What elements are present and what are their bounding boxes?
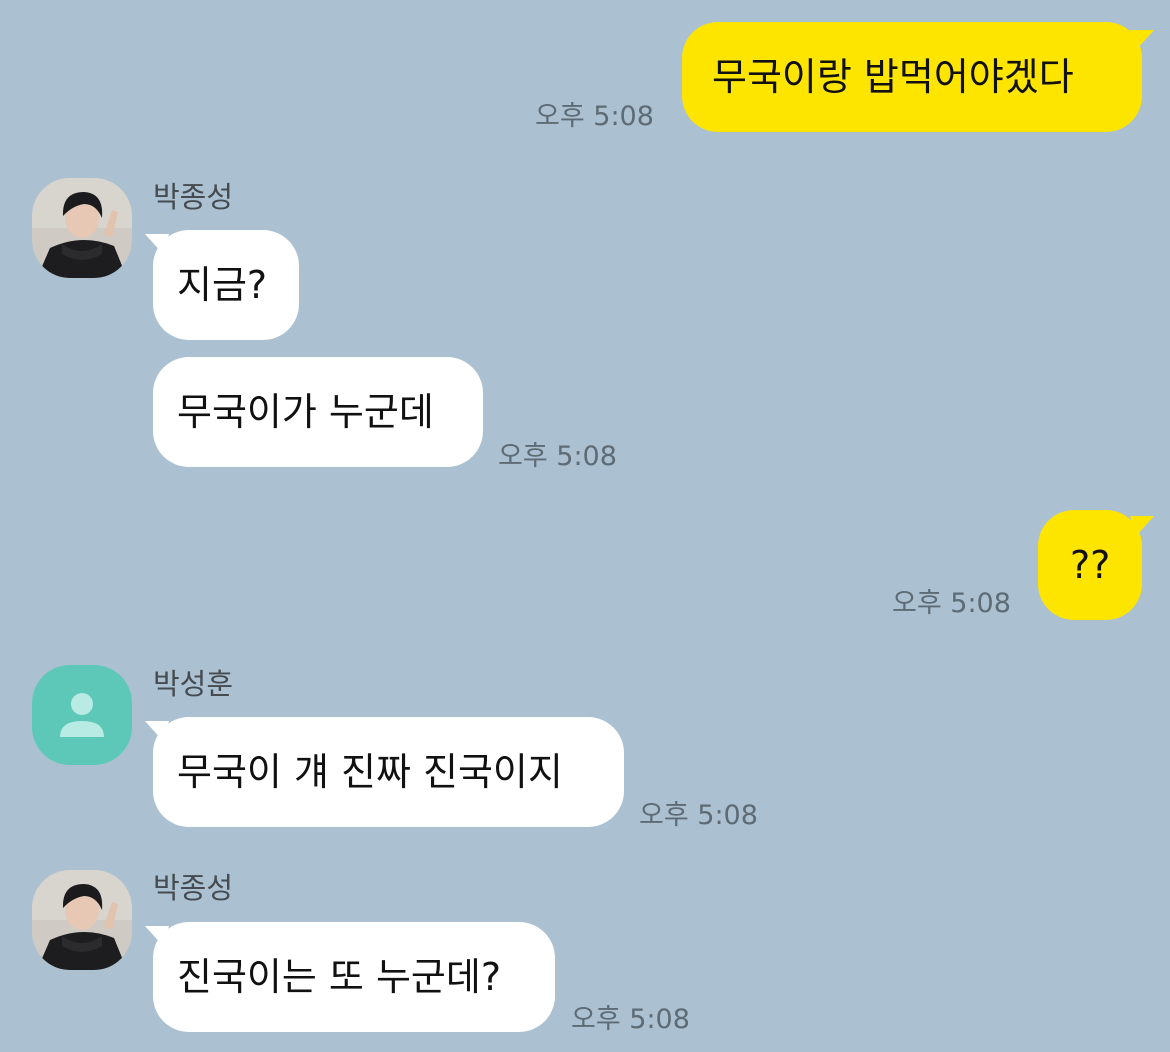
bubble-tail	[1130, 516, 1154, 536]
sender-avatar[interactable]	[32, 178, 132, 278]
bubble-tail	[1130, 30, 1154, 50]
message-time: 오후 5:08	[892, 588, 1011, 619]
sender-avatar[interactable]	[32, 665, 132, 765]
sender-name: 박종성	[153, 871, 234, 905]
their-message-bubble[interactable]: 무국이 걔 진짜 진국이지	[153, 717, 624, 827]
their-message-bubble[interactable]: 진국이는 또 누군데?	[153, 922, 555, 1032]
message-text: 지금?	[177, 263, 268, 307]
message-text: 무국이 걔 진짜 진국이지	[177, 750, 563, 794]
person-icon	[60, 693, 104, 737]
sender-avatar[interactable]	[32, 870, 132, 970]
their-message-bubble[interactable]: 지금?	[153, 230, 299, 340]
profile-photo	[32, 178, 132, 278]
bubble-tail	[145, 926, 169, 946]
their-message-bubble[interactable]: 무국이가 누군데	[153, 357, 483, 467]
message-text: 무국이랑 밥먹어야겠다	[712, 55, 1074, 99]
message-time: 오후 5:08	[535, 101, 654, 132]
sender-name: 박종성	[153, 180, 234, 214]
bubble-tail	[145, 234, 169, 254]
message-time: 오후 5:08	[571, 1004, 690, 1035]
message-text: ??	[1070, 543, 1111, 587]
message-text: 진국이는 또 누군데?	[177, 955, 502, 999]
profile-photo	[32, 870, 132, 970]
sender-name: 박성훈	[153, 667, 234, 701]
my-message-bubble[interactable]: 무국이랑 밥먹어야겠다	[682, 22, 1142, 132]
my-message-bubble[interactable]: ??	[1038, 510, 1142, 620]
message-time: 오후 5:08	[498, 441, 617, 472]
chat-room: 무국이랑 밥먹어야겠다 오후 5:08 박종성 지금? 무국이가 누군데 오후 …	[0, 0, 1170, 1052]
bubble-tail	[145, 721, 169, 741]
message-time: 오후 5:08	[639, 800, 758, 831]
message-text: 무국이가 누군데	[177, 390, 434, 434]
